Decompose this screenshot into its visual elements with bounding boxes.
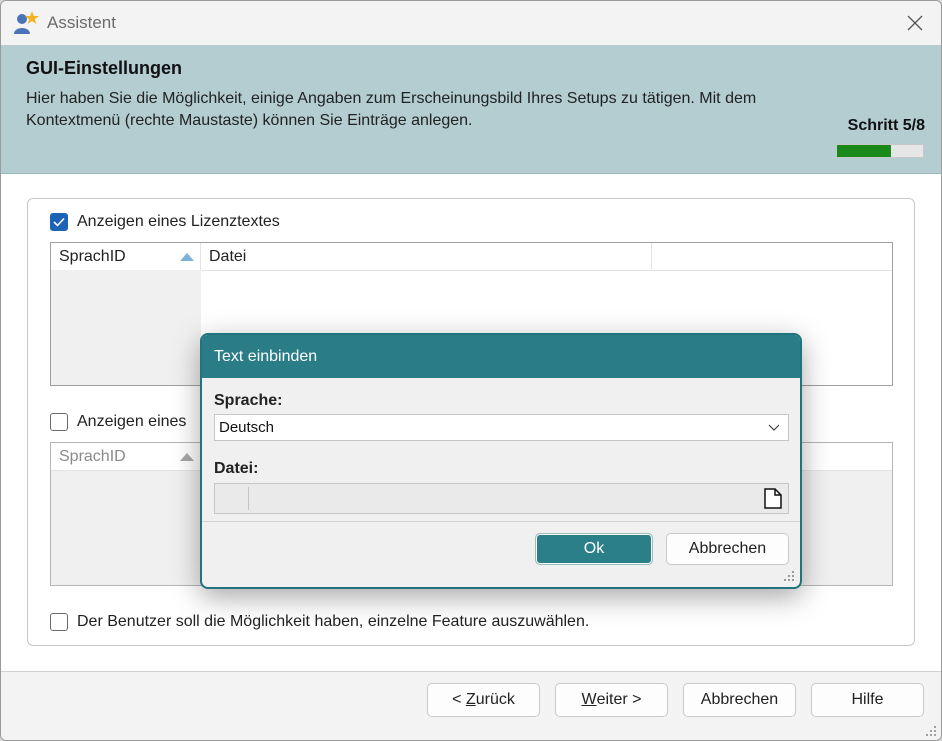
page-title: GUI-Einstellungen (26, 58, 183, 78)
wizard-header: GUI-Einstellungen Hier haben Sie die Mög… (1, 45, 941, 174)
resize-grip-icon[interactable] (925, 725, 937, 737)
progress-bar-fill (837, 145, 891, 157)
assistant-window: Assistent GUI-Einstellungen Hier haben S… (0, 0, 942, 741)
second-checkbox[interactable] (50, 413, 68, 431)
license-checkbox-row[interactable]: Anzeigen eines Lizenztextes (50, 213, 280, 231)
window-title: Assistent (47, 13, 116, 32)
feature-checkbox-row[interactable]: Der Benutzer soll die Möglichkeit haben,… (50, 613, 589, 631)
feature-checkbox[interactable] (50, 613, 68, 631)
step-indicator: Schritt 5/8 (847, 117, 925, 134)
column-header-datei[interactable]: Datei (201, 243, 652, 270)
resize-grip-icon[interactable] (784, 571, 794, 581)
sort-up-icon (180, 453, 194, 461)
file-input-separator (248, 487, 249, 510)
progress-bar (836, 144, 924, 158)
next-button[interactable]: Weiter > (555, 683, 668, 717)
language-select[interactable]: Deutsch (214, 414, 789, 441)
license-checkbox[interactable] (50, 213, 68, 231)
license-list-header: SprachID Datei (51, 243, 892, 271)
dialog-separator (202, 521, 800, 522)
file-label: Datei: (214, 460, 259, 477)
help-button[interactable]: Hilfe (811, 683, 924, 717)
cancel-button[interactable]: Abbrechen (683, 683, 796, 717)
dialog-title: Text einbinden (202, 335, 800, 378)
chevron-down-icon (768, 424, 780, 431)
page-description: Hier haben Sie die Möglichkeit, einige A… (26, 90, 757, 129)
second-checkbox-row[interactable]: Anzeigen eines (50, 413, 186, 431)
file-icon[interactable] (762, 487, 784, 510)
language-label: Sprache: (214, 392, 283, 409)
wizard-footer: < Zurück Weiter > Abbrechen Hilfe (1, 671, 941, 740)
column-header-sprachid[interactable]: SprachID (51, 243, 201, 270)
title-bar: Assistent (1, 1, 941, 45)
dialog-cancel-button[interactable]: Abbrechen (666, 533, 789, 565)
column-header-sprachid-disabled: SprachID (51, 443, 201, 470)
feature-checkbox-label: Der Benutzer soll die Möglichkeit haben,… (77, 613, 590, 630)
license-checkbox-label: Anzeigen eines Lizenztextes (77, 213, 280, 230)
second-checkbox-label: Anzeigen eines (77, 413, 187, 430)
checkmark-icon (53, 217, 65, 227)
assistant-icon (14, 11, 39, 34)
close-icon (907, 15, 923, 31)
text-include-dialog: Text einbinden Sprache: Deutsch Datei: O… (200, 333, 802, 589)
back-button[interactable]: < Zurück (427, 683, 540, 717)
ok-button[interactable]: Ok (535, 533, 653, 565)
language-select-value: Deutsch (219, 419, 275, 436)
license-list-first-column (51, 270, 201, 385)
close-button[interactable] (889, 1, 941, 45)
file-input[interactable] (214, 483, 789, 514)
sort-up-icon (180, 253, 194, 261)
